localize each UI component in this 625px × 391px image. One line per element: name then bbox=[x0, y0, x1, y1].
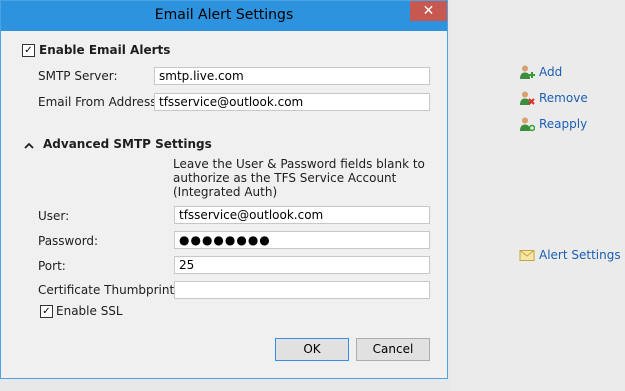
certificate-thumbprint-label: Certificate Thumbprint: bbox=[38, 283, 179, 297]
user-label: User: bbox=[38, 209, 70, 223]
password-input[interactable]: ●●●●●●●● bbox=[174, 231, 430, 249]
alert-settings-action[interactable]: Alert Settings bbox=[519, 247, 621, 263]
remove-action[interactable]: Remove bbox=[519, 90, 588, 106]
port-label: Port: bbox=[38, 259, 66, 273]
email-alert-settings-dialog: Email Alert Settings ✕ ✓ Enable Email Al… bbox=[0, 0, 448, 379]
add-label: Add bbox=[539, 65, 563, 79]
enable-ssl-checkbox[interactable]: ✓ bbox=[40, 305, 53, 318]
port-input[interactable]: 25 bbox=[174, 256, 430, 274]
credentials-note: Leave the User & Password fields blank t… bbox=[173, 157, 425, 199]
advanced-smtp-settings-header[interactable]: Advanced SMTP Settings bbox=[43, 137, 212, 151]
enable-email-alerts-label: Enable Email Alerts bbox=[39, 43, 171, 57]
reapply-label: Reapply bbox=[539, 117, 588, 131]
close-button[interactable]: ✕ bbox=[410, 1, 447, 21]
enable-email-alerts-checkbox[interactable]: ✓ bbox=[22, 44, 35, 57]
add-user-icon bbox=[519, 64, 535, 80]
email-from-address-input[interactable]: tfsservice@outlook.com bbox=[154, 93, 430, 111]
alert-settings-label: Alert Settings bbox=[539, 248, 621, 262]
certificate-thumbprint-input[interactable] bbox=[174, 281, 430, 299]
remove-label: Remove bbox=[539, 91, 588, 105]
password-label: Password: bbox=[38, 234, 99, 248]
reapply-user-icon bbox=[519, 116, 536, 132]
smtp-server-label: SMTP Server: bbox=[38, 69, 118, 83]
enable-ssl-label: Enable SSL bbox=[56, 304, 123, 318]
dialog-title: Email Alert Settings bbox=[154, 7, 294, 23]
collapse-chevron-icon[interactable] bbox=[24, 139, 34, 153]
title-bar: Email Alert Settings ✕ bbox=[1, 1, 447, 31]
ok-button[interactable]: OK bbox=[275, 338, 349, 361]
smtp-server-input[interactable]: smtp.live.com bbox=[154, 67, 430, 85]
reapply-action[interactable]: Reapply bbox=[519, 116, 587, 132]
dialog-body: ✓ Enable Email Alerts SMTP Server: smtp.… bbox=[9, 31, 440, 372]
user-input[interactable]: tfsservice@outlook.com bbox=[174, 206, 430, 224]
remove-user-icon bbox=[519, 90, 535, 106]
right-pane bbox=[450, 0, 625, 391]
email-from-address-label: Email From Address: bbox=[38, 95, 161, 109]
cancel-button[interactable]: Cancel bbox=[356, 338, 430, 361]
add-action[interactable]: Add bbox=[519, 64, 562, 80]
envelope-icon bbox=[519, 247, 535, 263]
